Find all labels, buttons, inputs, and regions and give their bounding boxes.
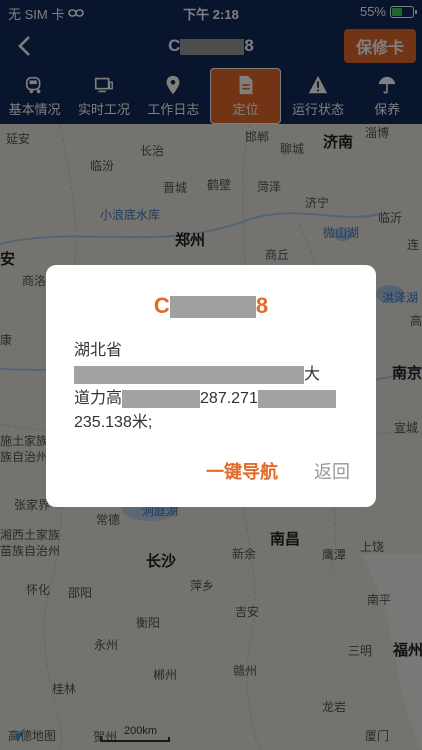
dialog-title: C8 [46, 293, 376, 319]
address-part: 235.138米; [74, 414, 153, 431]
dialog-title-start: C [153, 293, 170, 318]
location-dialog: C8 湖北省大 道力高 287.271 235.138米; 一键导航 返回 [46, 265, 376, 507]
one-click-navigate-button[interactable]: 一键导航 [206, 458, 278, 484]
redacted-block [122, 389, 201, 408]
address-part: 大 [304, 366, 321, 383]
address-text: 湖北省大 道力高 287.271 235.138米; [74, 339, 348, 435]
redacted-block [169, 296, 256, 319]
dialog-title-end: 8 [255, 293, 269, 318]
address-part: 287.271 [200, 390, 258, 407]
redacted-block [74, 365, 304, 384]
address-part: 道力高 [74, 390, 123, 407]
redacted-block [257, 389, 336, 408]
back-button[interactable]: 返回 [314, 458, 350, 484]
address-part: 湖北省 [74, 342, 123, 359]
